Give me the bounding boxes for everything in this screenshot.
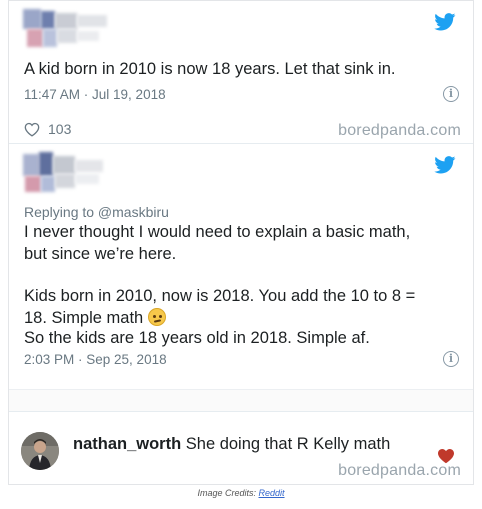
likes-label: 103 bbox=[48, 121, 72, 137]
info-icon[interactable]: i bbox=[443, 351, 459, 367]
twitter-bird-icon[interactable] bbox=[434, 156, 456, 174]
tweet-text-line: So the kids are 18 years old in 2018. Si… bbox=[24, 329, 370, 347]
comment-card: nathan_worth She doing that R Kelly math… bbox=[9, 411, 473, 486]
blurred-avatar bbox=[23, 152, 113, 194]
comment-text: She doing that R Kelly math bbox=[185, 435, 391, 453]
likes-count[interactable]: 103 bbox=[24, 121, 71, 137]
tweet-original: A kid born in 2010 is now 18 years. Let … bbox=[9, 1, 473, 144]
tweet-text-line: but since we’re here. bbox=[24, 245, 177, 263]
tweet-text-line: Kids born in 2010, now is 2018. You add … bbox=[24, 287, 416, 305]
user-photo bbox=[21, 432, 59, 470]
tweet-text-segment: 18. Simple math bbox=[24, 309, 144, 327]
replying-to-label[interactable]: Replying to @maskbiru bbox=[24, 204, 169, 220]
tweet-timestamp[interactable]: 11:47 AM · Jul 19, 2018 bbox=[24, 87, 166, 102]
info-icon[interactable]: i bbox=[443, 86, 459, 102]
rolling-eyes-emoji-icon bbox=[147, 308, 166, 326]
screenshot-frame: A kid born in 2010 is now 18 years. Let … bbox=[8, 0, 474, 485]
heart-outline-icon[interactable] bbox=[24, 122, 40, 137]
credits-label: Image Credits: bbox=[197, 488, 256, 498]
credits-link[interactable]: Reddit bbox=[259, 488, 285, 498]
tweet-text-line: 18. Simple math bbox=[24, 308, 166, 329]
tweet-reply: Replying to @maskbiru I never thought I … bbox=[9, 144, 473, 389]
brand-watermark: boredpanda.com bbox=[338, 462, 461, 479]
section-divider bbox=[9, 389, 473, 411]
image-credits: Image Credits: Reddit bbox=[0, 488, 482, 498]
twitter-bird-icon[interactable] bbox=[434, 13, 456, 31]
avatar[interactable] bbox=[21, 432, 59, 470]
comment-body: nathan_worth She doing that R Kelly math bbox=[73, 434, 403, 455]
brand-watermark: boredpanda.com bbox=[338, 122, 461, 139]
tweet-text-line: I never thought I would need to explain … bbox=[24, 223, 411, 241]
blurred-avatar bbox=[23, 9, 113, 51]
comment-username[interactable]: nathan_worth bbox=[73, 435, 181, 453]
tweet-timestamp[interactable]: 2:03 PM · Sep 25, 2018 bbox=[24, 352, 167, 367]
tweet-text: A kid born in 2010 is now 18 years. Let … bbox=[24, 60, 396, 78]
